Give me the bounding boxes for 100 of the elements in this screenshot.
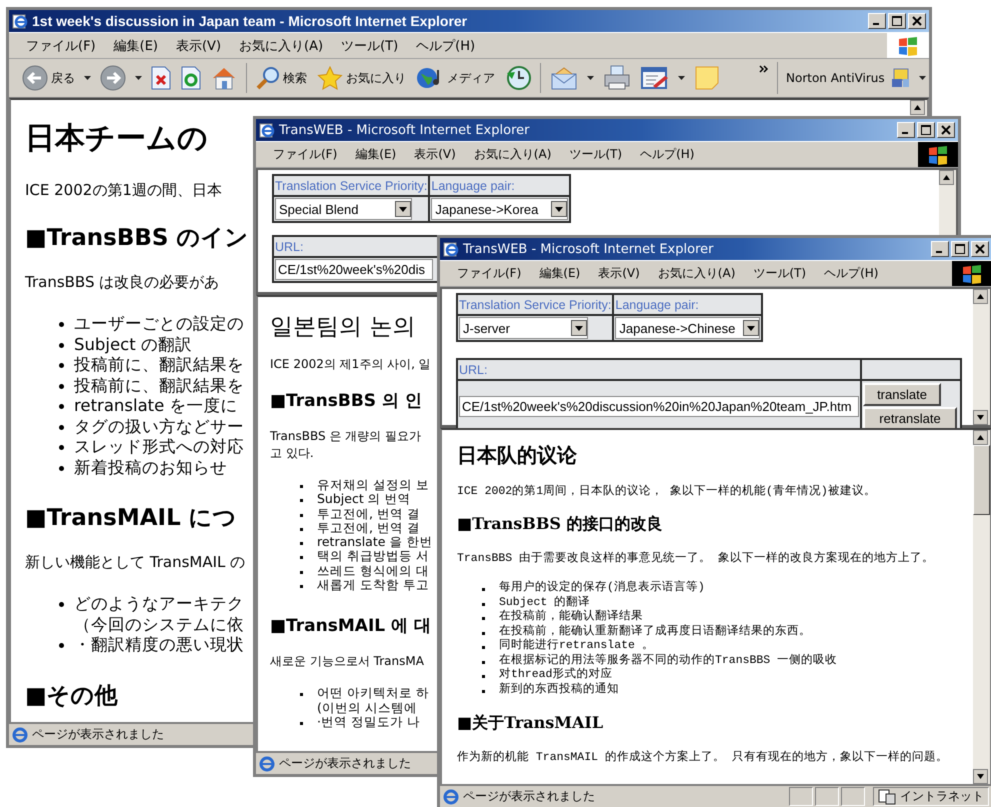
language-pair-label: Language pair: bbox=[431, 178, 515, 192]
language-pair-dropdown[interactable]: Japanese->Korea bbox=[431, 198, 568, 220]
page-heading: 일본팀의 논의 bbox=[270, 313, 416, 342]
maximize-button[interactable] bbox=[951, 241, 969, 257]
close-icon bbox=[975, 244, 985, 254]
menu-item[interactable]: 編集(E) bbox=[104, 34, 167, 56]
list-item: retranslate 을 한번 bbox=[317, 535, 432, 550]
list-item: 새롭게 도착함 투고 bbox=[317, 578, 429, 592]
status-text: ページが表示されました bbox=[279, 755, 411, 772]
refresh-page-icon bbox=[181, 66, 201, 90]
menu-item[interactable]: お気に入り(A) bbox=[230, 34, 332, 56]
menu-item[interactable]: ファイル(F) bbox=[448, 263, 530, 284]
note-icon bbox=[694, 65, 720, 91]
language-pair-dropdown[interactable]: Japanese->Chinese bbox=[615, 317, 760, 339]
minimize-button[interactable] bbox=[897, 122, 915, 138]
minimize-button[interactable] bbox=[931, 241, 949, 257]
caret-icon[interactable] bbox=[587, 76, 594, 80]
url-field[interactable]: CE/1st%20week's%20discussion%20in%20Japan%20team_JP.htm bbox=[459, 396, 859, 417]
paragraph: TransBBS は改良の必要があ bbox=[25, 273, 220, 292]
menu-item[interactable]: ファイル(F) bbox=[17, 34, 105, 56]
maximize-icon bbox=[921, 125, 931, 135]
close-button[interactable] bbox=[971, 241, 989, 257]
menu-item[interactable]: 表示(V) bbox=[166, 34, 230, 56]
menu-item[interactable]: ヘルプ(H) bbox=[407, 34, 484, 56]
zone-label: イントラネット bbox=[900, 788, 984, 805]
status-text: ページが表示されました bbox=[32, 726, 164, 743]
form-button[interactable]: translate bbox=[863, 383, 941, 406]
url-field[interactable]: CE/1st%20week's%20dis bbox=[275, 259, 433, 280]
clock-icon bbox=[505, 65, 531, 91]
list-item: 同时能进行retranslate 。 bbox=[499, 639, 654, 654]
bullet-icon bbox=[482, 588, 485, 591]
shield-window-icon[interactable] bbox=[890, 68, 911, 88]
close-icon bbox=[912, 16, 922, 26]
list-item: 新到的东西投稿的通知 bbox=[499, 682, 619, 697]
menu-item[interactable]: ツール(T) bbox=[332, 34, 408, 56]
list-item: 投稿前に、翻訳結果を bbox=[74, 355, 244, 376]
section-heading: ■TransBBS のイン bbox=[25, 224, 248, 253]
media-button[interactable]: メディア bbox=[413, 64, 498, 92]
list-item: どのようなアーキテク （今回のシステムに依 bbox=[74, 594, 244, 635]
list-item: 在投稿前，能确认重新翻译了成再度日语翻译结果的东西。 bbox=[499, 624, 811, 638]
caret-icon[interactable] bbox=[84, 76, 91, 80]
scroll-thumb[interactable] bbox=[973, 445, 990, 515]
maximize-button[interactable] bbox=[888, 13, 906, 29]
bullet-icon bbox=[300, 585, 303, 588]
priority-label: Translation Service Priority: bbox=[459, 298, 612, 312]
menu-item[interactable]: ヘルプ(H) bbox=[631, 144, 704, 165]
scroll-up-icon[interactable] bbox=[973, 430, 988, 445]
caret-icon[interactable] bbox=[678, 76, 685, 80]
minimize-button[interactable] bbox=[868, 13, 886, 29]
menu-item[interactable]: ツール(T) bbox=[744, 263, 816, 284]
menu-item[interactable]: ファイル(F) bbox=[264, 144, 346, 165]
paragraph: 作为新的机能 TransMAIL 的作成这个方案上了。 只有有现在的地方，象以下一样的问题。 bbox=[457, 749, 948, 764]
bullet-icon bbox=[59, 363, 64, 368]
scrollbar[interactable] bbox=[973, 430, 990, 784]
bullet-icon bbox=[59, 424, 64, 430]
paragraph: TransBBS 은 개량의 필요가 고 있다. bbox=[270, 428, 422, 462]
section-heading: ■TransBBS 의 인 bbox=[270, 390, 422, 412]
scrollbar[interactable] bbox=[973, 289, 990, 425]
list-item: ユーザーごとの設定の bbox=[74, 314, 244, 334]
caret-icon[interactable] bbox=[135, 76, 142, 80]
scroll-down-icon[interactable] bbox=[973, 769, 988, 784]
page-icon bbox=[443, 788, 459, 804]
bullet-icon bbox=[300, 542, 303, 546]
section-heading: ■TransMAIL 에 대 bbox=[270, 615, 431, 638]
menu-item[interactable]: ツール(T) bbox=[560, 144, 632, 165]
menu-item[interactable]: ヘルプ(H) bbox=[815, 263, 888, 284]
minimize-icon bbox=[936, 251, 942, 253]
edit-icon bbox=[641, 66, 669, 90]
page-icon bbox=[259, 756, 275, 772]
close-button[interactable] bbox=[908, 13, 926, 29]
paragraph: 新しい機能として TransMAIL の bbox=[25, 553, 246, 572]
menu-item[interactable]: お気に入り(A) bbox=[464, 144, 560, 165]
favorites-button[interactable]: お気に入り bbox=[314, 64, 409, 92]
bullet-icon bbox=[482, 617, 485, 620]
close-button[interactable] bbox=[937, 122, 955, 138]
menu-item[interactable]: 編集(E) bbox=[530, 263, 590, 284]
chevron-icon[interactable] bbox=[759, 65, 769, 73]
menu-item[interactable]: 編集(E) bbox=[346, 144, 406, 165]
list-item: 对thread形式的对应 bbox=[499, 668, 612, 682]
back-button[interactable]: 戻る bbox=[19, 63, 78, 93]
scroll-up-icon[interactable] bbox=[939, 170, 954, 185]
priority-dropdown[interactable]: J-server bbox=[459, 317, 588, 339]
search-button[interactable]: 検索 bbox=[253, 64, 310, 92]
list-item: 每用户的设定的保存(消息表示语言等) bbox=[499, 581, 705, 596]
bullet-icon bbox=[59, 602, 64, 607]
scroll-up-icon[interactable] bbox=[910, 100, 925, 115]
maximize-button[interactable] bbox=[917, 122, 935, 138]
menu-item[interactable]: 表示(V) bbox=[405, 144, 465, 165]
menu-item[interactable]: お気に入り(A) bbox=[648, 263, 744, 284]
bullet-icon bbox=[300, 722, 303, 725]
scroll-down-icon[interactable] bbox=[973, 410, 988, 425]
caret-icon[interactable] bbox=[918, 76, 926, 80]
bullet-icon bbox=[300, 693, 303, 696]
priority-dropdown[interactable]: Special Blend bbox=[275, 198, 412, 220]
list-item: 新着投稿のお知らせ bbox=[74, 458, 227, 478]
window-title: TransWEB - Microsoft Internet Explorer bbox=[463, 242, 714, 256]
form-button[interactable]: retranslate bbox=[863, 407, 957, 430]
windows-logo-icon bbox=[918, 142, 958, 167]
menu-item[interactable]: 表示(V) bbox=[589, 263, 649, 284]
scroll-up-icon[interactable] bbox=[973, 289, 988, 304]
